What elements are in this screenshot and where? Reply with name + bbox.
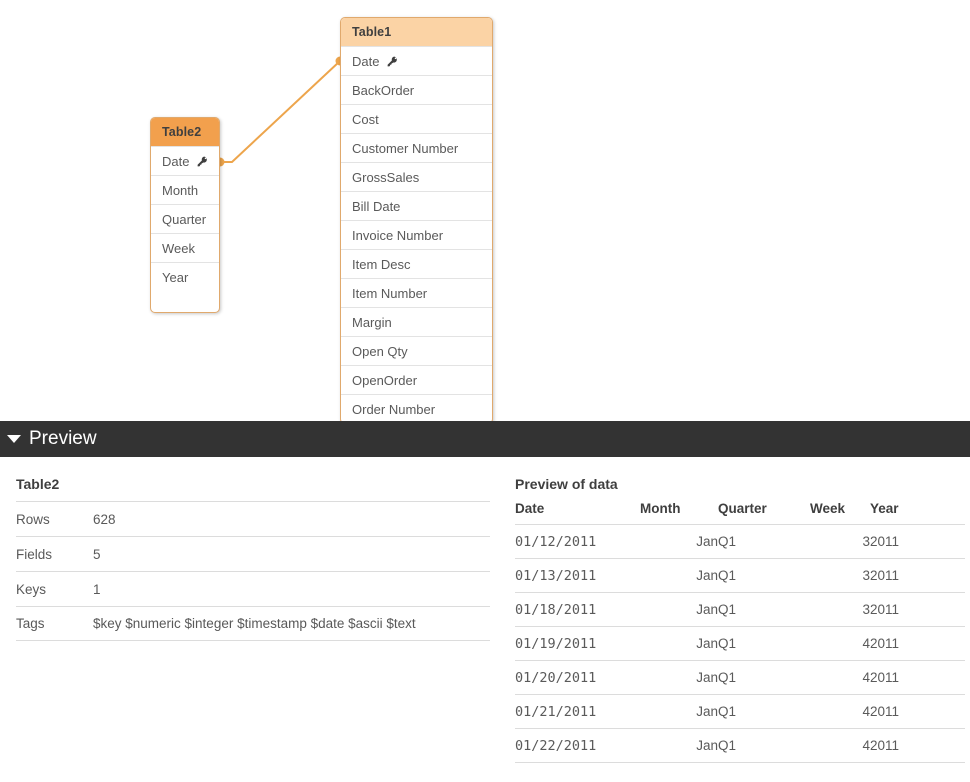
table1-field-cost[interactable]: Cost [341,104,492,133]
cell-year: 2011 [870,626,965,661]
preview-content: Table2 Rows 628 Fields 5 Keys 1 Tags $ke… [0,457,970,782]
preview-title: Preview [29,428,97,449]
cell-date: 01/21/2011 [515,694,640,729]
table-info-row-keys: Keys 1 [16,571,490,606]
cell-month: Jan [640,694,718,729]
table1-field-backorder[interactable]: BackOrder [341,75,492,104]
cell-month: Jan [640,660,718,695]
cell-quarter: Q1 [718,694,810,729]
table-info-heading: Table2 [16,476,60,492]
table-info-panel: Table2 Rows 628 Fields 5 Keys 1 Tags $ke… [0,457,505,782]
table-row: 01/20/2011 Jan Q1 4 2011 [515,660,965,695]
cell-year: 2011 [870,660,965,695]
cell-week: 4 [810,660,870,695]
meta-value: $key $numeric $integer $timestamp $date … [93,616,416,631]
table1-field-openorder[interactable]: OpenOrder [341,365,492,394]
field-label: Date [162,153,190,169]
data-preview-panel: Preview of data Date Month Quarter Week … [505,457,970,782]
table1-field-grosssales[interactable]: GrossSales [341,162,492,191]
cell-date: 01/18/2011 [515,592,640,627]
cell-week: 3 [810,592,870,627]
cell-month: Jan [640,524,718,559]
data-model-canvas[interactable]: Table1 Date BackOrder Cost Customer Numb… [0,0,970,421]
meta-label: Tags [16,616,45,631]
cell-month: Jan [640,558,718,593]
cell-week: 4 [810,694,870,729]
cell-year: 2011 [870,728,965,763]
column-header-quarter[interactable]: Quarter [718,501,810,525]
table-row: 01/21/2011 Jan Q1 4 2011 [515,694,965,729]
cell-quarter: Q1 [718,728,810,763]
cell-week: 4 [810,728,870,763]
key-icon [386,55,399,68]
field-label: Date [352,53,380,69]
cell-date: 01/13/2011 [515,558,640,593]
table-box-table1[interactable]: Table1 Date BackOrder Cost Customer Numb… [340,17,493,421]
cell-month: Jan [640,728,718,763]
table2-field-date[interactable]: Date [151,146,219,175]
table1-field-date[interactable]: Date [341,46,492,75]
table1-field-invoice-number[interactable]: Invoice Number [341,220,492,249]
cell-quarter: Q1 [718,592,810,627]
table1-field-item-desc[interactable]: Item Desc [341,249,492,278]
cell-week: 3 [810,524,870,559]
table-header-row: Date Month Quarter Week Year [515,501,965,525]
column-header-year[interactable]: Year [870,501,965,525]
cell-week: 3 [810,558,870,593]
cell-date: 01/20/2011 [515,660,640,695]
table-info-row-tags: Tags $key $numeric $integer $timestamp $… [16,606,490,641]
column-header-month[interactable]: Month [640,501,718,525]
meta-label: Fields [16,546,53,562]
preview-section-header[interactable]: Preview [0,421,970,457]
meta-value: 628 [93,511,116,527]
table1-field-order-number[interactable]: Order Number [341,394,492,421]
data-preview-heading: Preview of data [515,476,618,492]
table2-title: Table2 [151,118,219,146]
cell-week: 4 [810,626,870,661]
table2-field-quarter[interactable]: Quarter [151,204,219,233]
table-row: 01/12/2011 Jan Q1 3 2011 [515,524,965,559]
cell-quarter: Q1 [718,660,810,695]
table2-field-week[interactable]: Week [151,233,219,262]
meta-value: 5 [93,546,101,562]
table-row: 01/19/2011 Jan Q1 4 2011 [515,626,965,661]
meta-value: 1 [93,581,101,597]
chevron-down-icon[interactable] [7,435,21,443]
cell-year: 2011 [870,558,965,593]
table2-box-padding [151,291,219,312]
cell-quarter: Q1 [718,524,810,559]
cell-month: Jan [640,626,718,661]
cell-date: 01/12/2011 [515,524,640,559]
table-row: 01/18/2011 Jan Q1 3 2011 [515,592,965,627]
table2-field-month[interactable]: Month [151,175,219,204]
table1-field-margin[interactable]: Margin [341,307,492,336]
cell-date: 01/22/2011 [515,728,640,763]
cell-month: Jan [640,592,718,627]
table1-title: Table1 [341,18,492,46]
table-info-row-rows: Rows 628 [16,501,490,536]
meta-label: Rows [16,511,50,527]
table-row: 01/13/2011 Jan Q1 3 2011 [515,558,965,593]
table-row: 01/22/2011 Jan Q1 4 2011 [515,728,965,763]
table1-field-item-number[interactable]: Item Number [341,278,492,307]
table1-field-open-qty[interactable]: Open Qty [341,336,492,365]
table-box-table2[interactable]: Table2 Date Month Quarter Week Year [150,117,220,313]
cell-quarter: Q1 [718,626,810,661]
column-header-week[interactable]: Week [810,501,870,525]
table1-field-bill-date[interactable]: Bill Date [341,191,492,220]
key-icon [196,155,209,168]
cell-year: 2011 [870,592,965,627]
data-preview-table: Date Month Quarter Week Year 01/12/2011 … [515,501,965,763]
table1-field-customer-number[interactable]: Customer Number [341,133,492,162]
cell-year: 2011 [870,524,965,559]
meta-label: Keys [16,581,47,597]
table-info-row-fields: Fields 5 [16,536,490,571]
table2-field-year[interactable]: Year [151,262,219,291]
column-header-date[interactable]: Date [515,501,640,525]
cell-year: 2011 [870,694,965,729]
cell-date: 01/19/2011 [515,626,640,661]
cell-quarter: Q1 [718,558,810,593]
